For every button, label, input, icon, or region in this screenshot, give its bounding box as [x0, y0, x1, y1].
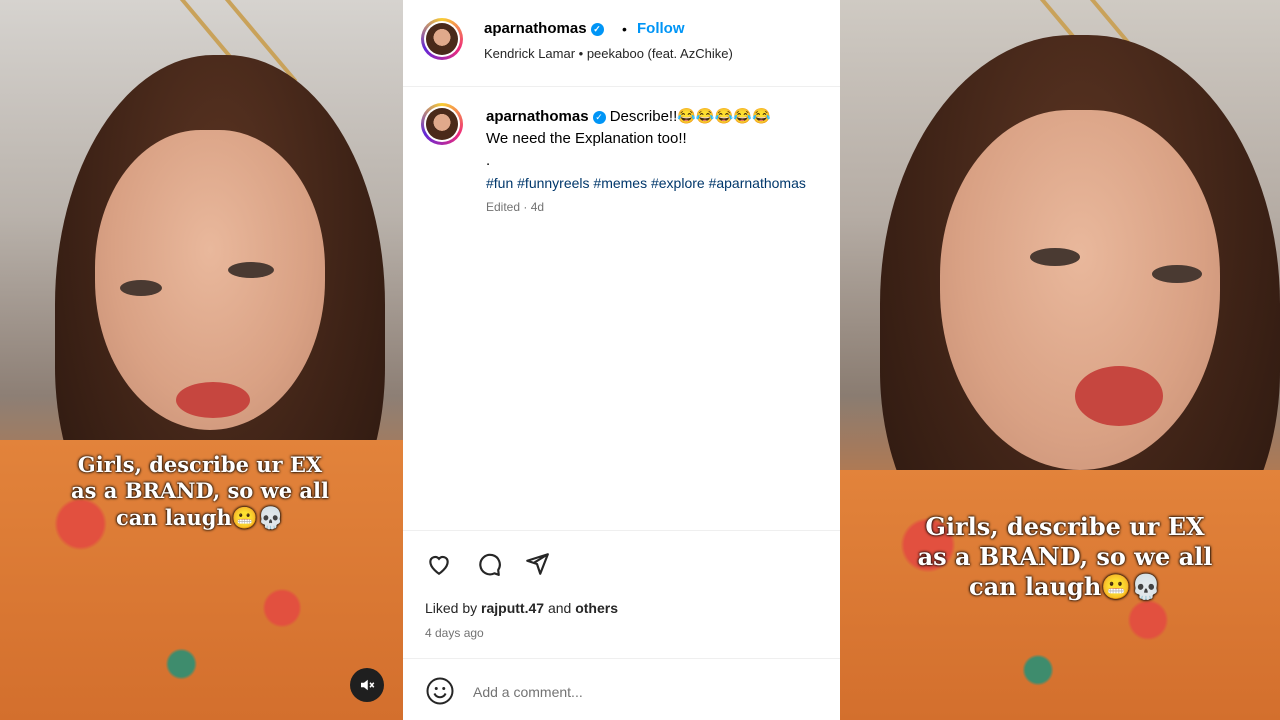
comment-icon [479, 553, 501, 576]
caption-avatar[interactable] [421, 103, 463, 145]
verified-badge-icon: ✓ [590, 22, 604, 36]
person-eye [228, 262, 274, 278]
person-eye [1152, 265, 1202, 283]
mute-button[interactable] [350, 668, 384, 702]
send-icon [526, 553, 549, 575]
caption-username[interactable]: aparnathomas [486, 108, 589, 125]
verified-badge-icon: ✓ [592, 110, 606, 124]
reel-overlay-text: Girls, describe ur EX as a BRAND, so we … [71, 452, 329, 530]
caption-meta: Edited · 4d [486, 200, 545, 214]
divider [403, 530, 840, 531]
separator-dot: • [622, 21, 627, 37]
audio-link[interactable]: Kendrick Lamar • peekaboo (feat. AzChike… [484, 46, 733, 61]
emoji-button[interactable] [425, 676, 455, 706]
likes-and: and [547, 600, 572, 616]
post-timestamp[interactable]: 4 days ago [425, 626, 484, 640]
follow-button[interactable]: Follow [637, 20, 685, 37]
person-lips [1075, 366, 1163, 426]
ceiling-light [178, 0, 233, 60]
post-header: aparnathomas ✓ • Follow Kendrick Lamar • … [403, 0, 840, 87]
reel-overlay-text: Girls, describe ur EX as a BRAND, so we … [917, 512, 1213, 601]
comment-button[interactable] [475, 550, 503, 578]
likes-summary: Liked by rajputt.47 and others [425, 600, 618, 616]
caption-line: We need the Explanation too!! [486, 130, 687, 147]
caption-hashtags[interactable]: #fun #funnyreels #memes #explore #aparna… [486, 172, 840, 194]
avatar[interactable] [421, 18, 463, 60]
person-face [940, 110, 1220, 470]
person-eye [120, 280, 162, 296]
post-panel: aparnathomas ✓ • Follow Kendrick Lamar • … [403, 0, 840, 720]
person-eye [1030, 248, 1080, 266]
username-link[interactable]: aparnathomas ✓ [484, 20, 604, 37]
caption-line: . [486, 152, 491, 169]
caption: aparnathomas ✓ Describe!!😂😂😂😂😂 We need th… [486, 106, 840, 214]
reel-video-right[interactable]: Girls, describe ur EX as a BRAND, so we … [840, 0, 1280, 720]
reel-video-left[interactable]: Girls, describe ur EX as a BRAND, so we … [0, 0, 403, 720]
smiley-icon [426, 677, 454, 705]
heart-icon [429, 555, 449, 576]
username-text: aparnathomas [484, 20, 587, 37]
caption-text: Describe!!😂😂😂😂😂 [609, 108, 771, 125]
person-lips [176, 382, 250, 418]
share-button[interactable] [523, 550, 551, 578]
like-button[interactable] [425, 550, 453, 578]
likes-others-link[interactable]: others [575, 600, 618, 616]
divider [403, 658, 840, 659]
comment-input[interactable] [473, 681, 813, 703]
likes-prefix: Liked by [425, 600, 478, 616]
liked-by-user-link[interactable]: rajputt.47 [481, 600, 544, 616]
speaker-muted-icon [361, 679, 375, 691]
